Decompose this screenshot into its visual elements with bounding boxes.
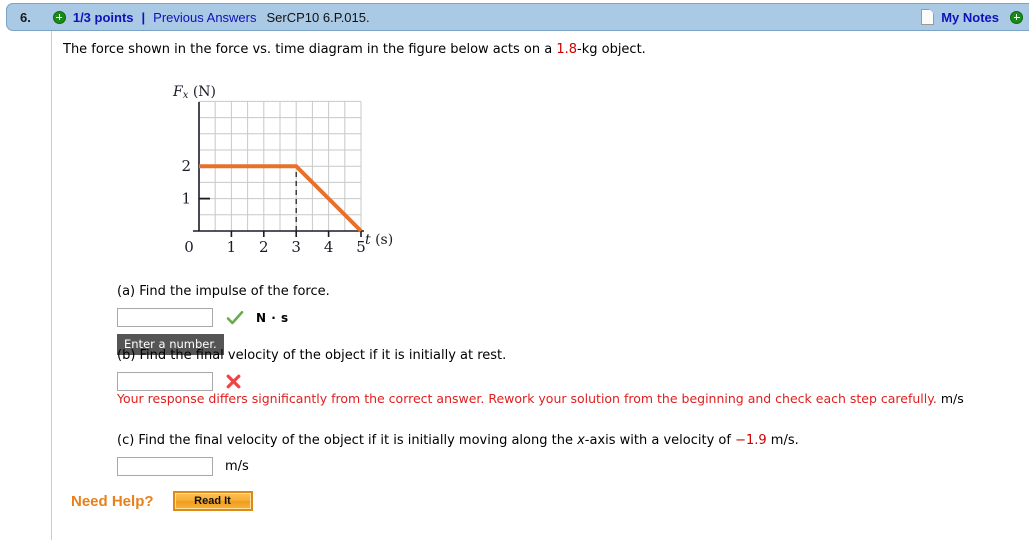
part-c-question-text1: (c) Find the final velocity of the objec…: [117, 433, 578, 448]
green-check-icon: [226, 309, 244, 327]
part-b-answer-row: [117, 372, 506, 391]
problem-statement-before: The force shown in the force vs. time di…: [63, 42, 557, 57]
part-a-answer-input[interactable]: [117, 308, 213, 327]
part-b-answer-input[interactable]: [117, 372, 213, 391]
svg-text:0: 0: [184, 238, 194, 256]
part-c-units: m/s: [225, 459, 249, 474]
points-label: 1/3 points: [72, 9, 134, 25]
part-c-answer-row: m/s: [117, 457, 799, 476]
y-axis-tick-labels: 12: [181, 157, 191, 207]
read-it-button[interactable]: Read It: [172, 491, 253, 511]
header-right-group: My Notes: [921, 9, 1023, 25]
part-a-question: (a) Find the impulse of the force.: [117, 284, 330, 299]
part-a-units: N · s: [256, 310, 289, 325]
note-page-icon[interactable]: [921, 9, 935, 25]
part-c-axis-symbol: x: [577, 433, 585, 448]
svg-text:2: 2: [259, 238, 269, 256]
force-time-plot: 012345 12: [181, 100, 366, 256]
part-a-answer-row: N · s Enter a number.: [117, 308, 330, 355]
part-b-question: (b) Find the final velocity of the objec…: [117, 348, 507, 363]
part-c-question-text2: -axis with a velocity of: [584, 433, 736, 448]
problem-statement: The force shown in the force vs. time di…: [63, 41, 1023, 59]
need-help-section: Need Help? Read It: [71, 491, 253, 511]
x-axis-tick-labels: 0 1 2 3 4 5: [184, 238, 366, 256]
my-notes-link[interactable]: My Notes: [941, 10, 999, 25]
svg-text:2: 2: [181, 157, 191, 175]
force-vs-time-figure: Fx (N) t (s) 012345 12: [168, 84, 408, 259]
question-part-c: (c) Find the final velocity of the objec…: [117, 432, 799, 476]
question-part-b: (b) Find the final velocity of the objec…: [117, 347, 506, 391]
svg-text:4: 4: [324, 238, 334, 256]
plus-circle-icon[interactable]: [1010, 10, 1023, 24]
question-number: 6.: [20, 9, 31, 25]
question-content: The force shown in the force vs. time di…: [63, 41, 1023, 59]
red-x-icon: [226, 374, 241, 389]
part-b-error-text: Your response differs significantly from…: [117, 391, 937, 406]
mass-value: 1.8: [556, 42, 578, 57]
previous-answers-link[interactable]: Previous Answers: [153, 10, 256, 25]
part-c-answer-input[interactable]: [117, 457, 213, 476]
plus-circle-icon[interactable]: [52, 10, 66, 24]
part-c-velocity-value: −1.9: [735, 433, 767, 448]
question-header-bar: 6. 1/3 points | Previous Answers SerCP10…: [6, 3, 1029, 31]
x-axis-ticks: [230, 231, 362, 237]
left-divider-rule: [51, 31, 52, 540]
part-b-units: m/s: [940, 391, 964, 406]
problem-code: SerCP10 6.P.015.: [266, 9, 370, 25]
part-c-question-text3: m/s.: [766, 433, 799, 448]
need-help-label: Need Help?: [71, 492, 154, 510]
header-separator: |: [141, 9, 146, 25]
svg-text:5: 5: [356, 238, 366, 256]
svg-text:3: 3: [291, 238, 301, 256]
svg-text:1: 1: [181, 190, 191, 208]
svg-text:1: 1: [227, 238, 237, 256]
part-c-question: (c) Find the final velocity of the objec…: [117, 432, 799, 450]
question-part-a: (a) Find the impulse of the force. N · s…: [117, 283, 330, 355]
problem-statement-after: -kg object.: [577, 42, 646, 57]
part-b-error-message: Your response differs significantly from…: [117, 391, 964, 406]
